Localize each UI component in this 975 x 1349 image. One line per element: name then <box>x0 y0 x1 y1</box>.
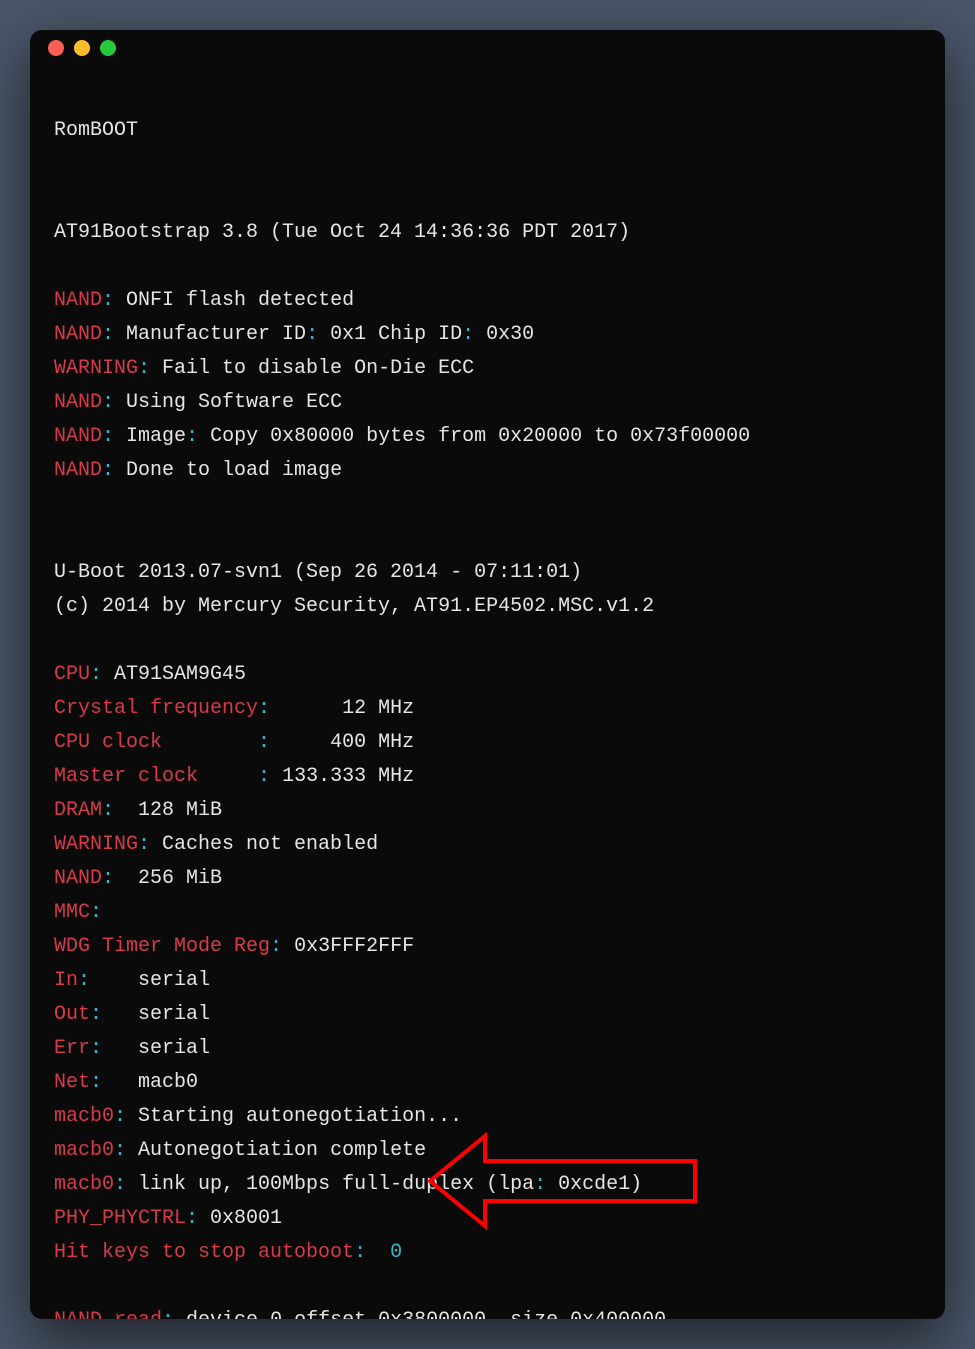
colon: : <box>102 323 114 346</box>
colon: : <box>90 1071 102 1094</box>
out-tag: Out <box>54 1003 90 1026</box>
nand-tag: NAND <box>54 289 102 312</box>
colon: : <box>90 1003 102 1026</box>
nand-text: 0x30 <box>474 323 534 346</box>
colon: : <box>258 697 270 720</box>
dram-tag: DRAM <box>54 799 102 822</box>
in-val: serial <box>90 969 210 992</box>
colon: : <box>90 1037 102 1060</box>
bootstrap-line: AT91Bootstrap 3.8 (Tue Oct 24 14:36:36 P… <box>54 221 630 244</box>
cpu-tag: CPU <box>54 663 90 686</box>
nandread-tag: NAND read <box>54 1309 162 1319</box>
romboot-line: RomBOOT <box>54 119 138 142</box>
warning-val: Caches not enabled <box>150 833 378 856</box>
colon: : <box>354 1241 366 1264</box>
cpuclock-tag: CPU clock <box>54 731 258 754</box>
wdg-val: 0x3FFF2FFF <box>282 935 414 958</box>
minimize-icon[interactable] <box>74 40 90 56</box>
zoom-icon[interactable] <box>100 40 116 56</box>
colon: : <box>186 425 198 448</box>
nand-text: Copy 0x80000 bytes from 0x20000 to 0x73f… <box>198 425 750 448</box>
phy-val: 0x8001 <box>198 1207 282 1230</box>
colon: : <box>258 765 270 788</box>
colon: : <box>114 1173 126 1196</box>
crystal-tag: Crystal frequency <box>54 697 258 720</box>
colon: : <box>102 799 114 822</box>
nand-text: Image <box>114 425 186 448</box>
colon: : <box>90 901 102 924</box>
colon: : <box>114 1139 126 1162</box>
nand-val: 256 MiB <box>114 867 222 890</box>
cpu-val: AT91SAM9G45 <box>102 663 246 686</box>
colon: : <box>102 391 114 414</box>
nandread-val: device 0 offset 0x3800000, size 0x400000 <box>174 1309 666 1319</box>
terminal-window: RomBOOT AT91Bootstrap 3.8 (Tue Oct 24 14… <box>30 30 945 1319</box>
mmc-tag: MMC <box>54 901 90 924</box>
in-tag: In <box>54 969 78 992</box>
colon: : <box>102 867 114 890</box>
out-val: serial <box>102 1003 210 1026</box>
wdg-tag: WDG Timer Mode Reg <box>54 935 270 958</box>
net-tag: Net <box>54 1071 90 1094</box>
crystal-val: 12 MHz <box>270 697 414 720</box>
nand-text: 0x1 Chip ID <box>318 323 462 346</box>
colon: : <box>102 289 114 312</box>
nand-text: Using Software ECC <box>114 391 342 414</box>
nand-tag: NAND <box>54 323 102 346</box>
nand-tag: NAND <box>54 867 102 890</box>
colon: : <box>102 425 114 448</box>
colon: : <box>102 459 114 482</box>
macb0-tag: macb0 <box>54 1105 114 1128</box>
colon: : <box>258 731 270 754</box>
cpuclock-val: 400 MHz <box>270 731 414 754</box>
macb0-val: link up, 100Mbps full-duplex (lpa <box>126 1173 534 1196</box>
terminal-output: RomBOOT AT91Bootstrap 3.8 (Tue Oct 24 14… <box>30 66 945 1319</box>
warning-tag: WARNING <box>54 357 138 380</box>
window-titlebar <box>30 30 945 66</box>
mclock-tag: Master clock <box>54 765 258 788</box>
macb0-tag: macb0 <box>54 1139 114 1162</box>
nand-tag: NAND <box>54 459 102 482</box>
autoboot-count: 0 <box>366 1241 402 1264</box>
err-tag: Err <box>54 1037 90 1060</box>
colon: : <box>270 935 282 958</box>
colon: : <box>90 663 102 686</box>
autoboot-tag: Hit keys to stop autoboot <box>54 1241 354 1264</box>
colon: : <box>462 323 474 346</box>
warning-tag: WARNING <box>54 833 138 856</box>
net-val: macb0 <box>102 1071 198 1094</box>
close-icon[interactable] <box>48 40 64 56</box>
colon: : <box>306 323 318 346</box>
macb0-val: Autonegotiation complete <box>126 1139 426 1162</box>
colon: : <box>186 1207 198 1230</box>
colon: : <box>78 969 90 992</box>
colon: : <box>534 1173 546 1196</box>
macb0-val: 0xcde1) <box>546 1173 642 1196</box>
nand-text: ONFI flash detected <box>114 289 354 312</box>
err-val: serial <box>102 1037 210 1060</box>
warning-text: Fail to disable On-Die ECC <box>150 357 474 380</box>
colon: : <box>138 357 150 380</box>
colon: : <box>162 1309 174 1319</box>
uboot-line: (c) 2014 by Mercury Security, AT91.EP450… <box>54 595 654 618</box>
mclock-val: 133.333 MHz <box>270 765 414 788</box>
dram-val: 128 MiB <box>114 799 222 822</box>
uboot-line: U-Boot 2013.07-svn1 (Sep 26 2014 - 07:11… <box>54 561 582 584</box>
nand-tag: NAND <box>54 425 102 448</box>
colon: : <box>114 1105 126 1128</box>
colon: : <box>138 833 150 856</box>
nand-text: Done to load image <box>114 459 342 482</box>
nand-text: Manufacturer ID <box>114 323 306 346</box>
macb0-val: Starting autonegotiation... <box>126 1105 462 1128</box>
macb0-tag: macb0 <box>54 1173 114 1196</box>
nand-tag: NAND <box>54 391 102 414</box>
phy-tag: PHY_PHYCTRL <box>54 1207 186 1230</box>
